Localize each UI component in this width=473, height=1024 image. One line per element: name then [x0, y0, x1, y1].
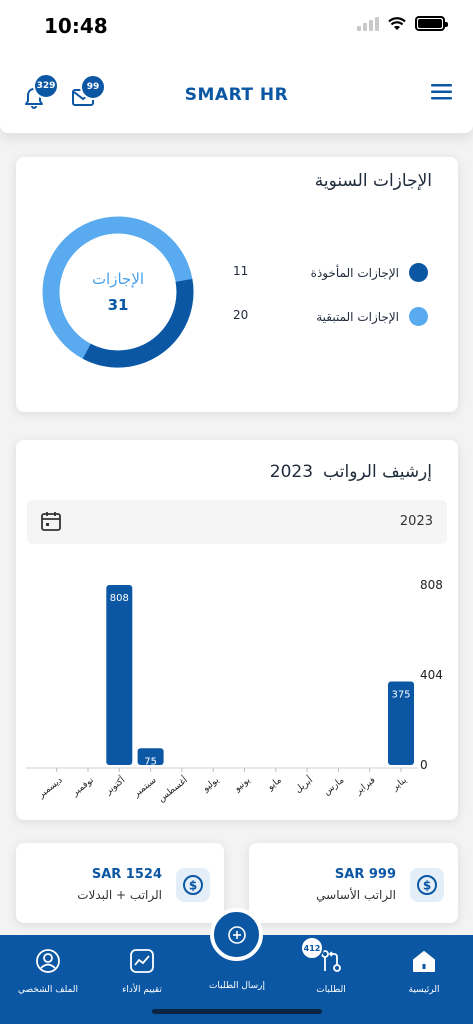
nav-profile-label: الملف الشخصي [18, 985, 78, 995]
year-selector-value: 2023 [399, 514, 433, 529]
bar-data-label: 75 [144, 756, 157, 767]
x-tick-label: فبراير [353, 775, 377, 797]
x-tick-label: أغسطس [155, 774, 189, 804]
bar-data-label: 375 [391, 689, 410, 700]
bar-10 [106, 585, 133, 765]
nav-send-requests[interactable]: إرسال الطلبات [192, 975, 282, 991]
system-status-icons [357, 16, 448, 31]
y-tick-label: 0 [420, 758, 428, 772]
year-selector[interactable]: 2023 [27, 500, 447, 544]
legend-taken-value: 11 [233, 264, 249, 278]
total-salary-card[interactable]: SAR 1524 الراتب + البدلات $ [16, 843, 224, 923]
legend-remaining-dot [409, 307, 428, 326]
legend-taken-label: الإجازات المأخوذة [310, 265, 399, 280]
requests-badge: 412 [300, 936, 324, 960]
nav-requests-label: الطلبات [316, 985, 346, 995]
basic-salary-label: الراتب الأساسي [316, 888, 396, 902]
basic-salary-card[interactable]: SAR 999 الراتب الأساسي $ [249, 843, 458, 923]
calendar-icon[interactable] [40, 510, 62, 536]
battery-icon [415, 16, 448, 31]
svg-text:$: $ [423, 879, 431, 893]
send-request-fab[interactable] [210, 908, 263, 961]
x-tick-label: مارس [322, 775, 346, 797]
profile-icon [36, 949, 60, 973]
signal-icon [357, 16, 379, 31]
app-header: 10:48 329 99 SMART HR [0, 0, 473, 133]
wifi-icon [388, 16, 406, 30]
y-tick-label: 808 [420, 578, 443, 592]
svg-text:$: $ [189, 879, 197, 893]
basic-salary-amount: SAR 999 [334, 867, 396, 882]
status-time: 10:48 [44, 14, 108, 38]
legend-taken: الإجازات المأخوذة [311, 263, 428, 282]
payroll-bar-chart: 0 404 808 375 يناير فبراير مارس أبريل مايو يونيو ي… [26, 578, 443, 804]
x-tick-label: ديسمبر [36, 775, 65, 800]
x-tick-label: سبتمبر [131, 775, 158, 799]
x-tick-label: يوليو [200, 775, 221, 794]
annual-leave-card: الإجازات السنوية الإجازات المأخوذة 11 ال… [16, 157, 458, 412]
payroll-archive-year: 2023 [269, 462, 314, 482]
add-icon [227, 925, 246, 944]
nav-profile[interactable]: الملف الشخصي [3, 943, 93, 995]
home-indicator [152, 1009, 322, 1014]
x-tick-label: يناير [390, 775, 409, 793]
x-tick-label: أكتوبر [102, 774, 127, 797]
legend-taken-dot [409, 263, 428, 282]
donut-center: الإجازات 31 [43, 270, 193, 314]
x-tick-label: مايو [265, 775, 284, 793]
home-icon [413, 951, 435, 972]
nav-home[interactable]: الرئيسية [379, 943, 469, 995]
bar-data-label: 808 [110, 593, 129, 604]
total-salary-label: الراتب + البدلات [77, 888, 162, 902]
app-title: SMART HR [184, 85, 289, 105]
performance-icon [130, 949, 154, 973]
x-tick-label: نوفمبر [70, 775, 96, 798]
dollar-icon: $ [410, 868, 444, 902]
nav-send-requests-label: إرسال الطلبات [208, 981, 266, 991]
nav-home-label: الرئيسية [408, 985, 440, 995]
annual-leave-title: الإجازات السنوية [314, 171, 432, 191]
payroll-archive-header: إرشيف الرواتب 2023 [270, 462, 432, 482]
legend-remaining: الإجازات المتبقية [316, 307, 428, 326]
donut-total: 31 [107, 296, 129, 314]
legend-remaining-label: الإجازات المتبقية [316, 309, 399, 324]
x-tick-label: يونيو [232, 775, 253, 794]
dollar-icon: $ [176, 868, 210, 902]
payroll-archive-title: إرشيف الرواتب [323, 462, 432, 482]
x-tick-label: أبريل [292, 774, 315, 795]
hamburger-menu-icon [431, 84, 452, 100]
total-salary-amount: SAR 1524 [91, 867, 162, 882]
nav-performance[interactable]: تقييم الأداء [97, 943, 187, 995]
nav-performance-label: تقييم الأداء [122, 985, 162, 995]
y-tick-label: 404 [420, 668, 443, 682]
donut-label: الإجازات [91, 270, 145, 288]
legend-remaining-value: 20 [233, 308, 249, 322]
menu-button[interactable] [431, 84, 452, 104]
